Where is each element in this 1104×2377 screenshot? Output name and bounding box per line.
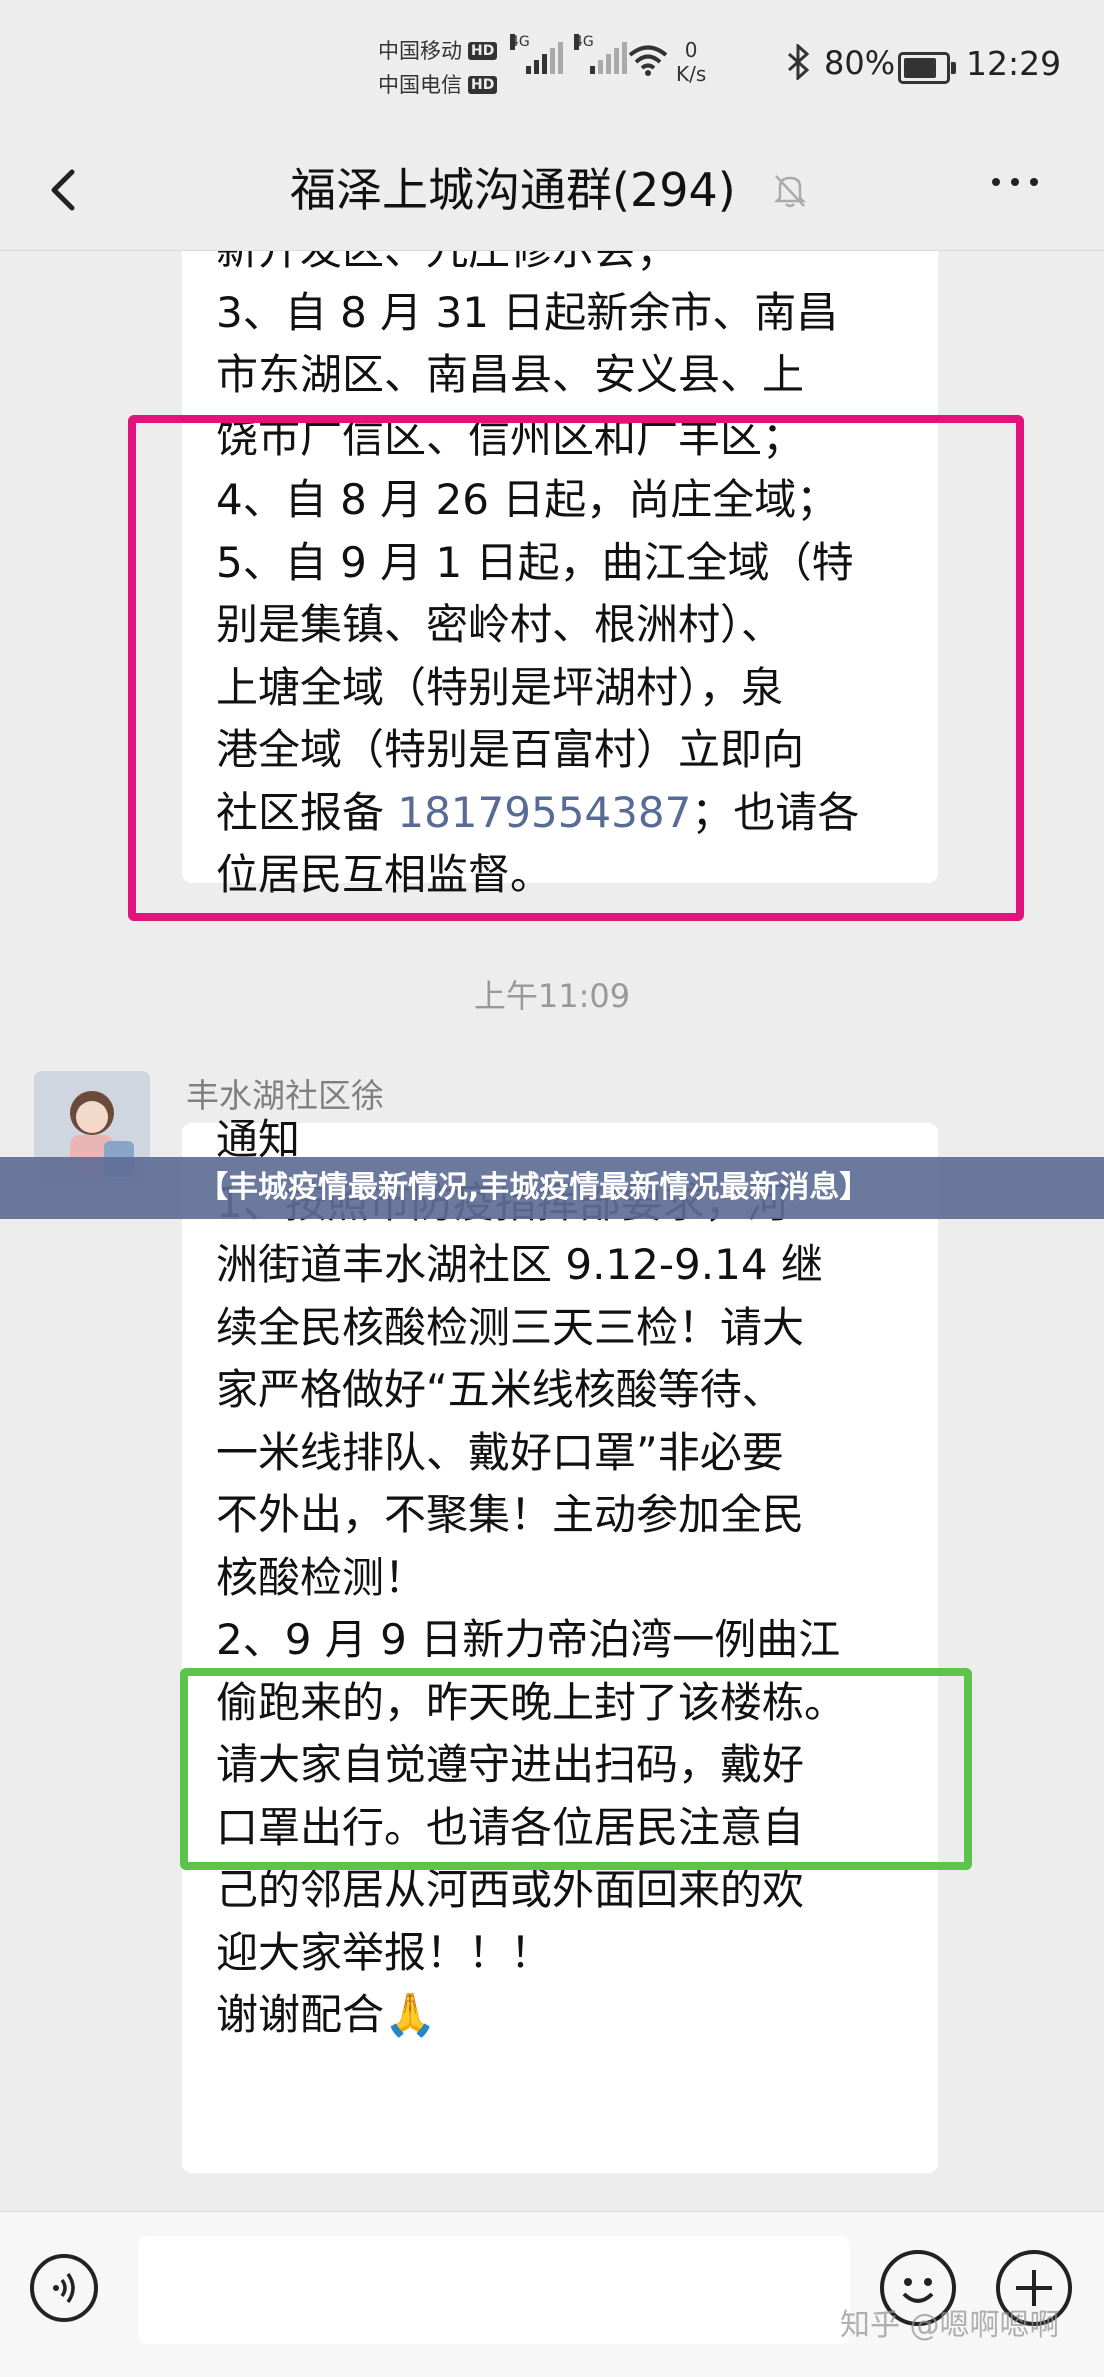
input-bar <box>0 2211 1104 2377</box>
mute-bell-icon <box>773 175 807 208</box>
message-timestamp: 上午11:09 <box>473 977 631 1015</box>
message-line: 一米线排队、戴好口罩”非必要 <box>216 1427 784 1477</box>
voice-icon[interactable] <box>30 2254 98 2322</box>
carrier-2: 中国电信 <box>378 73 462 97</box>
message-line: 市东湖区、南昌县、安义县、上 <box>216 350 805 399</box>
signal-icon: 4G <box>574 34 627 74</box>
hd-badge: HD <box>468 76 498 94</box>
message-line: 不外出，不聚集！主动参加全民 <box>216 1490 805 1539</box>
message-line: 迎大家举报！！！ <box>216 1927 553 1977</box>
wifi-icon <box>628 45 668 76</box>
message-line: 谢谢配合🙏 <box>216 1990 437 2039</box>
carrier-labels: 中国移动 HD 中国电信 HD <box>378 34 498 102</box>
clock: 12:29 <box>966 44 1062 83</box>
title-banner: 【丰城疫情最新情况,丰城疫情最新情况最新消息】 <box>0 1157 1104 1219</box>
message-text: 通知 1、按照市防疫指挥部要求，河 洲街道丰水湖社区 9.12-9.14 继 续… <box>216 1115 846 2047</box>
message-line: 家严格做好“五米线核酸等待、 <box>216 1365 784 1414</box>
more-dots-icon[interactable] <box>992 178 1038 186</box>
message-line: 3、自 8 月 31 日起新余市、南昌 <box>216 287 839 337</box>
message-line: 新开发区、九庄修示会； <box>216 251 859 282</box>
battery-percent: 80% <box>824 44 896 82</box>
group-title: 福泽上城沟通群(294) <box>290 163 736 217</box>
banner-text: 【丰城疫情最新情况,丰城疫情最新情况最新消息】 <box>198 1170 870 1205</box>
bluetooth-icon <box>788 44 810 80</box>
message-input[interactable] <box>138 2236 850 2344</box>
status-bar: 中国移动 HD 中国电信 HD 4G 4G 0 K/s 80% 12:29 <box>0 0 1104 130</box>
watermark: 知乎 @嗯啊嗯啊 <box>840 2308 1060 2343</box>
hd-badge: HD <box>468 42 498 60</box>
carrier-1: 中国移动 <box>378 39 462 63</box>
back-arrow-icon[interactable] <box>38 158 98 222</box>
message-line: 2、9 月 9 日新力帝泊湾一例曲江 <box>216 1615 841 1664</box>
message-line: 核酸检测！ <box>216 1552 427 1602</box>
message-line: 续全民核酸检测三天三检！请大 <box>216 1302 805 1352</box>
battery-icon <box>898 52 956 84</box>
highlight-box-pink <box>128 415 1024 921</box>
message-bubble[interactable]: 通知 1、按照市防疫指挥部要求，河 洲街道丰水湖社区 9.12-9.14 继 续… <box>182 1115 938 2173</box>
message-line: 洲街道丰水湖社区 9.12-9.14 继 <box>216 1240 823 1289</box>
net-speed: 0 K/s <box>676 38 707 86</box>
signal-icon: 4G <box>510 34 563 74</box>
highlight-box-green <box>180 1668 972 1870</box>
chat-header: 福泽上城沟通群(294) <box>0 130 1104 251</box>
